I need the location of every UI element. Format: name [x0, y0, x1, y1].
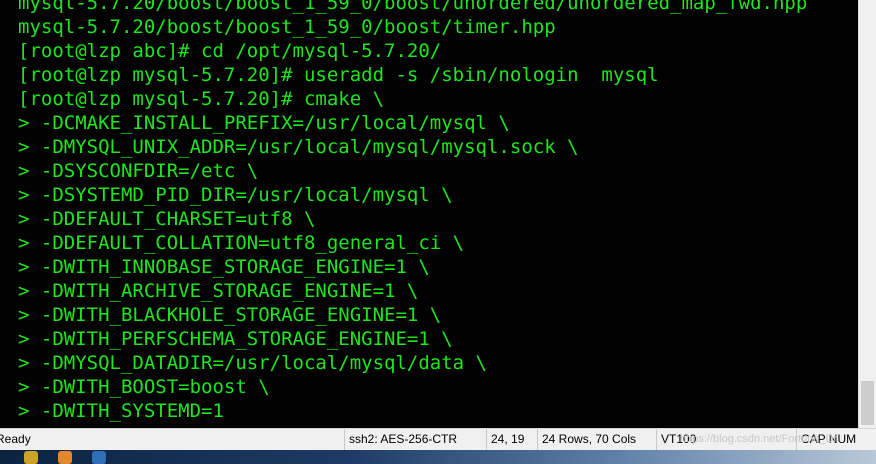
terminal-output[interactable]: mysql-5.7.20/boost/boost_1_59_0/boost/un…: [0, 0, 858, 428]
status-text: Ready: [0, 432, 31, 446]
status-terminal-size: 24 Rows, 70 Cols: [537, 429, 656, 450]
terminal-line: mysql-5.7.20/boost/boost_1_59_0/boost/ti…: [18, 16, 556, 38]
terminal-line: > -DWITH_PERFSCHEMA_STORAGE_ENGINE=1 \: [18, 328, 453, 350]
status-protocol: ssh2: AES-256-CTR: [344, 429, 486, 450]
terminal-line: mysql-5.7.20/boost/boost_1_59_0/boost/un…: [18, 0, 808, 14]
terminal-line: > -DSYSCONFDIR=/etc \: [18, 160, 259, 182]
terminal-line: [root@lzp mysql-5.7.20]# cmake \: [18, 88, 385, 110]
scrollbar-thumb[interactable]: [861, 381, 874, 425]
watermark: https://blog.csdn.net/Fortune_Dr: [680, 433, 838, 445]
terminal-line: > -DSYSTEMD_PID_DIR=/usr/local/mysql \: [18, 184, 453, 206]
terminal-line: > -DWITH_INNOBASE_STORAGE_ENGINE=1 \: [18, 256, 430, 278]
terminal-line: > -DWITH_ARCHIVE_STORAGE_ENGINE=1 \: [18, 280, 419, 302]
terminal-line: [root@lzp mysql-5.7.20]# useradd -s /sbi…: [18, 64, 659, 86]
terminal-line: > -DDEFAULT_CHARSET=utf8 \: [18, 208, 316, 230]
status-bar: Ready ssh2: AES-256-CTR 24, 19 24 Rows, …: [0, 428, 876, 450]
terminal-line: > -DDEFAULT_COLLATION=utf8_general_ci \: [18, 232, 465, 254]
terminal-line: > -DWITH_SYSTEMD=1: [18, 400, 224, 422]
terminal-line: > -DWITH_BOOST=boost \: [18, 376, 270, 398]
terminal-line: [root@lzp abc]# cd /opt/mysql-5.7.20/: [18, 40, 442, 62]
app-icon[interactable]: [58, 451, 72, 464]
terminal-line: > -DMYSQL_DATADIR=/usr/local/mysql/data …: [18, 352, 487, 374]
status-cursor-position: 24, 19: [486, 429, 537, 450]
app-icon[interactable]: [24, 451, 38, 464]
taskbar: [0, 450, 876, 464]
app-icon[interactable]: [92, 451, 106, 464]
terminal-line: > -DMYSQL_UNIX_ADDR=/usr/local/mysql/mys…: [18, 136, 579, 158]
terminal-line: > -DCMAKE_INSTALL_PREFIX=/usr/local/mysq…: [18, 112, 510, 134]
vertical-scrollbar[interactable]: [858, 0, 876, 428]
terminal-line: > -DWITH_BLACKHOLE_STORAGE_ENGINE=1 \: [18, 304, 442, 326]
